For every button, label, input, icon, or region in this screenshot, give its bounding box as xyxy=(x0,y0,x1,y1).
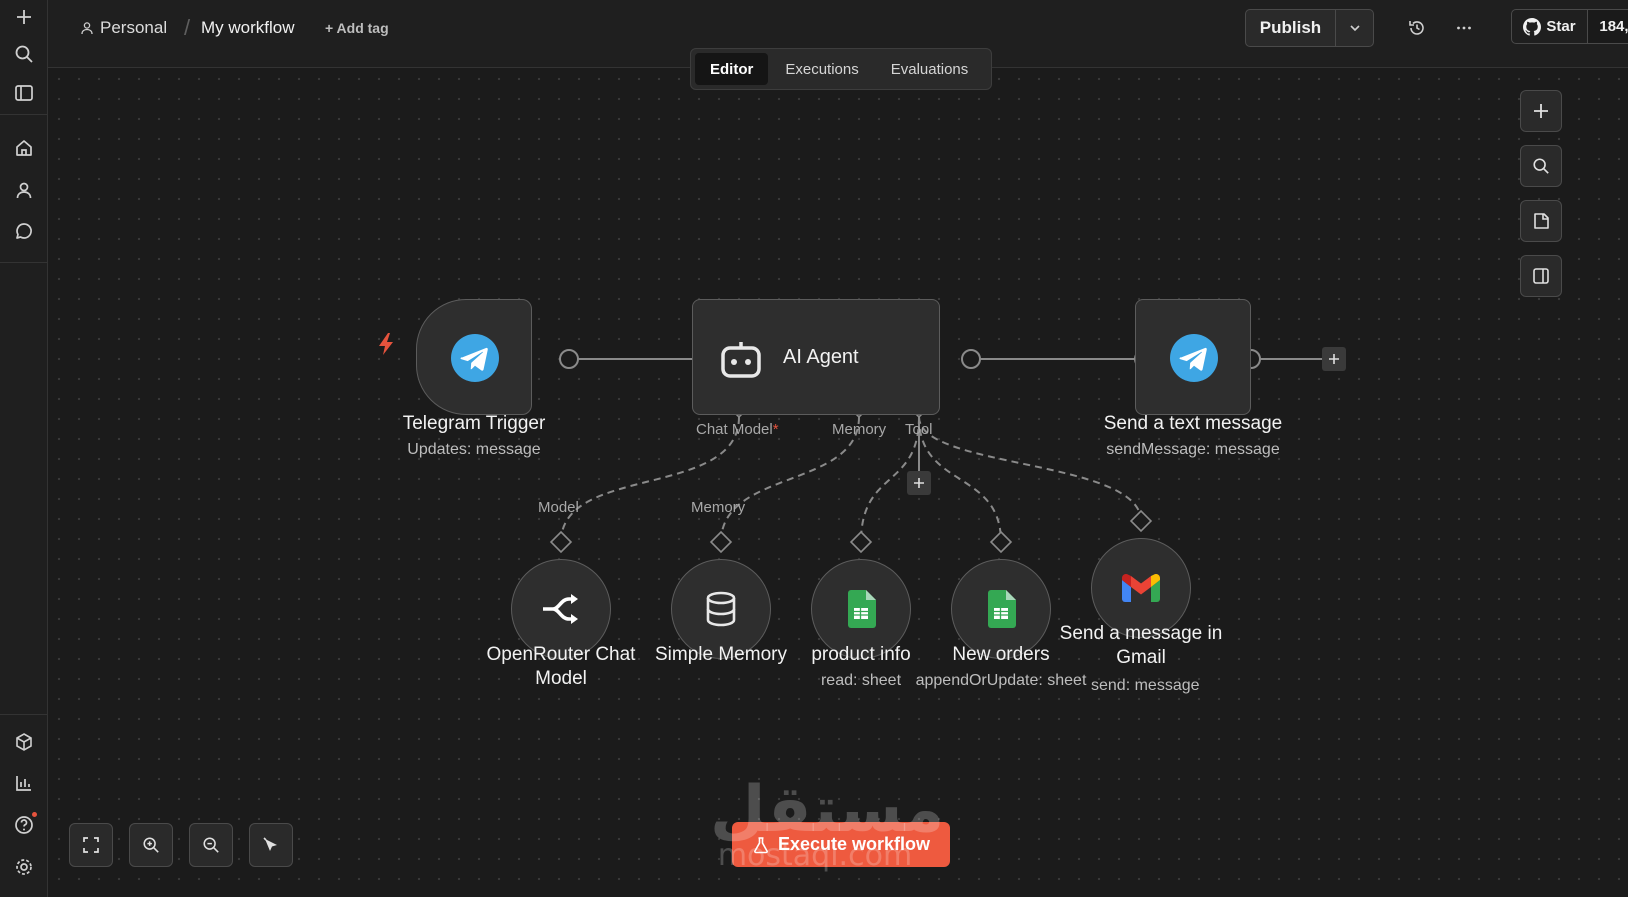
telegram-icon xyxy=(1170,334,1218,387)
sidebar-icon[interactable] xyxy=(9,78,39,108)
execute-workflow-button[interactable]: Execute workflow xyxy=(732,822,950,867)
trigger-bolt-icon xyxy=(376,332,396,361)
left-rail xyxy=(0,0,48,897)
sticky-note-icon xyxy=(1534,213,1549,229)
fit-view-icon xyxy=(83,837,99,853)
view-tabs: Editor Executions Evaluations xyxy=(690,48,992,90)
send-text-label: Send a text message xyxy=(1103,413,1283,434)
tidy-up-button[interactable] xyxy=(249,823,293,867)
notification-dot xyxy=(32,812,37,817)
port-model: Model xyxy=(538,499,579,516)
more-options-icon[interactable] xyxy=(1450,14,1478,42)
publish-button[interactable]: Publish xyxy=(1246,10,1336,46)
search-icon[interactable] xyxy=(9,39,39,69)
gmail-label-line2: Gmail xyxy=(1116,647,1166,668)
settings-icon[interactable] xyxy=(9,852,39,882)
add-tag-button[interactable]: + Add tag xyxy=(325,20,389,36)
add-node-panel-button[interactable] xyxy=(1520,90,1562,132)
ai-agent-label: AI Agent xyxy=(783,346,859,368)
execute-workflow-label: Execute workflow xyxy=(777,834,931,854)
telegram-icon xyxy=(451,334,499,387)
flask-icon xyxy=(754,836,768,853)
toggle-panel-button[interactable] xyxy=(1520,255,1562,297)
google-sheets-icon xyxy=(988,590,1016,628)
google-sheets-icon xyxy=(848,590,876,628)
gmail-label-line1: Send a message in xyxy=(1059,623,1223,644)
robot-icon xyxy=(719,340,763,383)
breadcrumb-separator: / xyxy=(184,15,191,40)
breadcrumb-project[interactable]: Personal xyxy=(80,18,167,38)
github-star-button[interactable]: Star xyxy=(1512,10,1588,43)
sticky-note-button[interactable] xyxy=(1520,200,1562,242)
openrouter-label-line2: Model xyxy=(535,668,587,689)
github-star-count: 184,442 xyxy=(1588,10,1628,43)
insights-icon[interactable] xyxy=(9,768,39,798)
openrouter-icon xyxy=(543,594,578,624)
telegram-trigger-subtitle: Updates: message xyxy=(407,441,541,458)
home-icon[interactable] xyxy=(9,133,39,163)
chevron-down-icon[interactable] xyxy=(1336,10,1373,46)
templates-icon[interactable] xyxy=(9,727,39,757)
zoom-in-button[interactable] xyxy=(129,823,173,867)
add-node-button[interactable] xyxy=(1322,347,1346,371)
fit-view-button[interactable] xyxy=(69,823,113,867)
gmail-subtitle: send: message xyxy=(1091,677,1200,694)
tab-evaluations[interactable]: Evaluations xyxy=(876,53,984,85)
port-memory: Memory xyxy=(832,421,887,438)
github-star-label: Star xyxy=(1546,18,1576,35)
project-name: Personal xyxy=(100,18,168,37)
user-icon xyxy=(81,22,93,35)
user-icon[interactable] xyxy=(9,175,39,205)
telegram-trigger-node[interactable] xyxy=(416,299,532,415)
zoom-out-button[interactable] xyxy=(189,823,233,867)
plus-icon[interactable] xyxy=(9,2,39,32)
ai-agent-node[interactable]: AI Agent xyxy=(692,299,940,415)
database-icon xyxy=(706,591,736,627)
search-nodes-button[interactable] xyxy=(1520,145,1562,187)
add-tool-button[interactable] xyxy=(907,471,931,495)
tab-executions[interactable]: Executions xyxy=(770,53,873,85)
history-icon[interactable] xyxy=(1403,14,1431,42)
github-icon xyxy=(1523,17,1542,36)
port-tool: Tool xyxy=(905,421,933,438)
github-star-group[interactable]: Star 184,442 xyxy=(1511,9,1628,44)
zoom-out-icon xyxy=(203,837,219,853)
publish-group: Publish xyxy=(1245,9,1374,47)
connections-layer xyxy=(549,349,1322,554)
search-icon xyxy=(1533,158,1549,174)
plus-icon xyxy=(1534,104,1548,118)
product-info-subtitle: read: sheet xyxy=(820,672,902,689)
send-text-subtitle: sendMessage: message xyxy=(1106,441,1280,458)
send-text-node[interactable] xyxy=(1135,299,1251,415)
new-orders-subtitle: appendOrUpdate: sheet xyxy=(915,672,1087,689)
port-chat-model: Chat Model* xyxy=(696,421,779,438)
port-memory-sub: Memory xyxy=(691,499,746,516)
zoom-in-icon xyxy=(143,837,159,853)
workflow-canvas[interactable]: Telegram Trigger Updates: message AI Age… xyxy=(49,69,1628,888)
telegram-trigger-label: Telegram Trigger xyxy=(402,413,546,434)
tidy-up-icon xyxy=(263,837,277,851)
chat-icon[interactable] xyxy=(9,216,39,246)
workflow-name[interactable]: My workflow xyxy=(201,18,295,38)
gmail-icon xyxy=(1122,574,1160,602)
tab-editor[interactable]: Editor xyxy=(695,53,769,85)
panel-icon xyxy=(1533,268,1549,284)
